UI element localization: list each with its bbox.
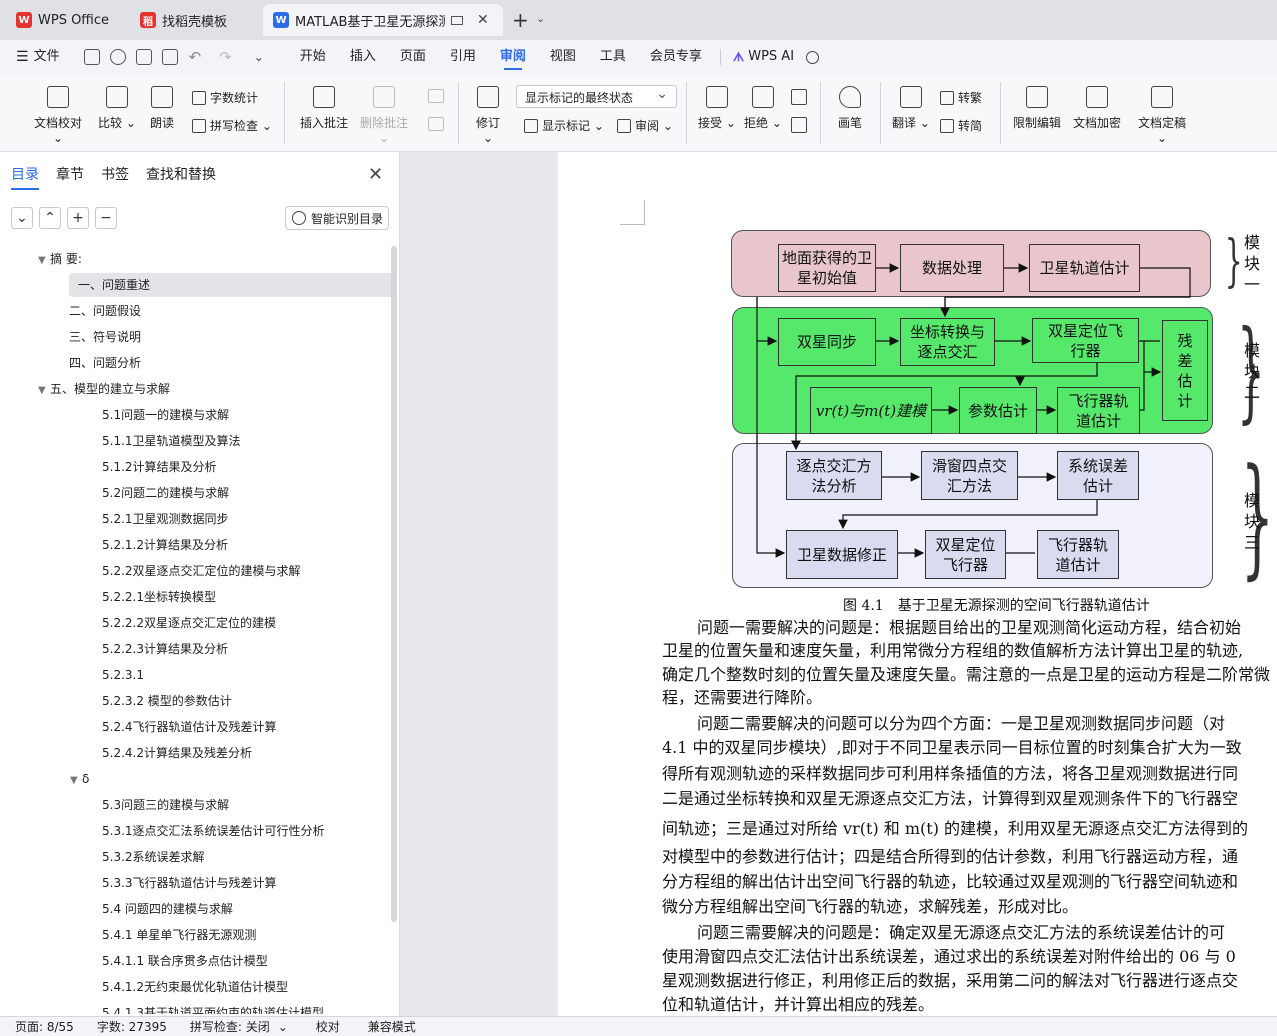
box-point-intersect: 逐点交汇方法分析 <box>786 451 882 500</box>
paragraph-line: 对模型中的参数进行估计；四是结合所得到的估计参数，利用飞行器运动方程，通 <box>662 847 1239 866</box>
paragraph-line: 分方程组的解出估计出空间飞行器的轨迹，比较通过双星观测的飞行器空间轨迹和 <box>662 872 1239 891</box>
paragraph-line: 问题一需要解决的问题是：根据题目给出的卫星观测简化运动方程，结合初始 <box>697 618 1242 637</box>
box-vr-mt-model: vr(t)与m(t)建模 <box>810 387 932 434</box>
paragraph-line: 程，还需要进行降阶。 <box>662 688 823 707</box>
box-dual-locate: 双星定位飞行器 <box>1032 318 1139 363</box>
module-two-label: 模块二 <box>1243 341 1260 402</box>
paragraph-line: 使用滑窗四点交汇法估计出系统误差，通过求出的系统误差对附件给出的 06 与 0 <box>662 947 1236 966</box>
paragraph-line: 确定几个整数时刻的位置矢量及速度矢量。需注意的一点是卫星的运动方程是二阶常微 <box>662 665 1271 684</box>
box-satellite-orbit: 卫星轨道估计 <box>1029 244 1140 292</box>
module-one-label: 模块一 <box>1243 233 1260 294</box>
word-count-status[interactable]: 字数: 27395 <box>97 1018 167 1035</box>
box-dual-sync: 双星同步 <box>778 318 876 366</box>
proof-status[interactable]: 校对 <box>316 1018 340 1035</box>
box-system-error: 系统误差估计 <box>1057 451 1139 500</box>
box-residual: 残差估计 <box>1162 320 1208 421</box>
brace-one: } <box>1224 229 1243 294</box>
box-aircraft-orbit: 飞行器轨道估计 <box>1057 387 1140 434</box>
box-sliding-window: 滑窗四点交汇方法 <box>921 451 1018 500</box>
status-bar: 页面: 8/55 字数: 27395 拼写检查: 关闭 ⌄ 校对 兼容模式 <box>0 1016 1277 1036</box>
paragraph-line: 微分方程组解出空间飞行器的轨迹，求解残差，形成对比。 <box>662 897 1079 916</box>
box-data-correction: 卫星数据修正 <box>786 530 898 579</box>
box-coord-transform: 坐标转换与逐点交汇 <box>900 318 995 366</box>
paragraph-line: 位和轨道估计，并计算出相应的残差。 <box>662 995 935 1014</box>
paragraph-line: 问题三需要解决的问题是：确定双星无源逐点交汇方法的系统误差估计的可 <box>697 923 1226 942</box>
box-data-processing: 数据处理 <box>900 244 1004 292</box>
paragraph-line: 得所有观测轨迹的采样数据同步可利用样条插值的方法，将各卫星观测数据进行同 <box>662 764 1239 783</box>
paragraph-line: 问题二需要解决的问题可以分为四个方面：一是卫星观测数据同步问题（对 <box>697 714 1226 733</box>
module-three-label: 模块三 <box>1243 491 1260 552</box>
page-indicator[interactable]: 页面: 8/55 <box>15 1018 74 1035</box>
compat-mode-status: 兼容模式 <box>367 1020 416 1034</box>
figure-caption: 图 4.1 基于卫星无源探测的空间飞行器轨道估计 <box>843 598 1150 614</box>
box-aircraft-orbit-2: 飞行器轨道估计 <box>1037 530 1119 579</box>
box-param-estimate: 参数估计 <box>959 387 1037 434</box>
paragraph-line: 间轨迹；三是通过对所给 vr(t) 和 m(t) 的建模，利用双星无源逐点交汇方… <box>662 819 1249 838</box>
paragraph-line: 卫星的位置矢量和速度矢量，利用常微分方程组的数值解析方法计算出卫星的轨迹, <box>662 641 1244 660</box>
box-dual-locate-2: 双星定位飞行器 <box>925 530 1006 579</box>
paragraph-line: 星观测数据进行修正，利用修正后的数据，采用第二问的解法对飞行器进行逐点交 <box>662 971 1239 990</box>
paragraph-line: 二是通过坐标转换和双星无源逐点交汇方法，计算得到双星观测条件下的飞行器空 <box>662 789 1239 808</box>
spell-check-status[interactable]: 拼写检查: 关闭 <box>190 1018 270 1035</box>
paragraph-line: 4.1 中的双星同步模块）,即对于不同卫星表示同一目标位置的时刻集合扩大为一致 <box>662 738 1242 757</box>
box-satellite-init: 地面获得的卫星初始值 <box>778 244 876 292</box>
